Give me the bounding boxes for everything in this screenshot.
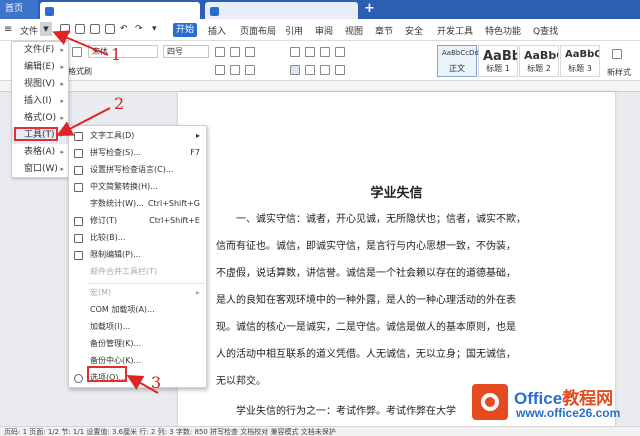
annotation-number-3: 3 <box>151 373 162 392</box>
annotation-arrow-2 <box>56 107 111 136</box>
annotation-number-2: 2 <box>114 94 125 113</box>
annotation-arrow-1 <box>52 30 109 56</box>
watermark-url: www.office26.com <box>516 406 621 420</box>
annotation-number-1: 1 <box>111 45 122 64</box>
office-logo-icon <box>472 384 508 420</box>
annotation-arrows <box>52 30 159 394</box>
watermark: Office教程网 www.office26.com <box>470 380 640 426</box>
status-bar: 页码: 1 页面: 1/2 节: 1/1 设置值: 3.6厘米 行: 2 列: … <box>0 426 640 436</box>
